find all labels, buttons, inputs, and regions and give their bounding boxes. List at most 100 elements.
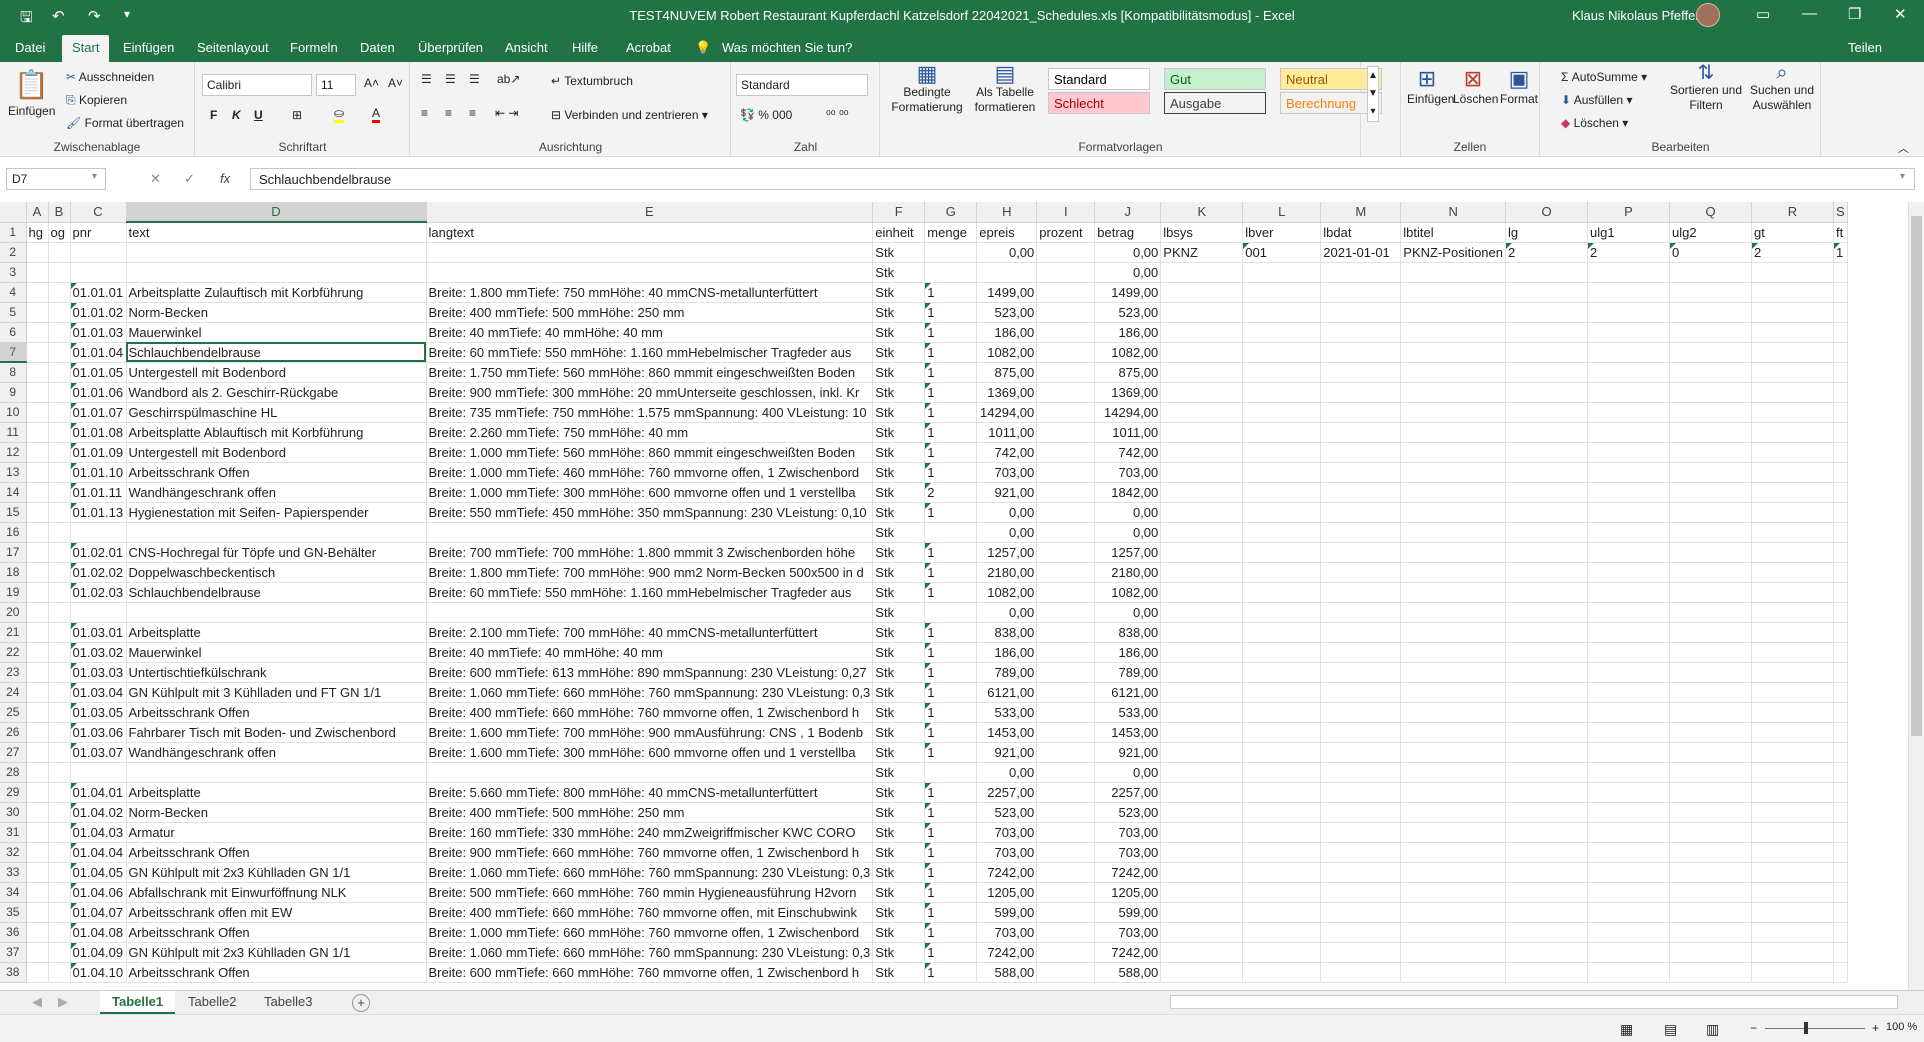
cell[interactable] [1833, 802, 1848, 823]
cell[interactable] [1242, 842, 1322, 863]
cell[interactable]: 01.01.02 [70, 302, 127, 323]
tab-einfuegen[interactable]: Einfügen [123, 40, 174, 55]
cell[interactable] [1669, 722, 1752, 743]
cell[interactable] [26, 282, 49, 303]
cell[interactable] [1400, 962, 1506, 983]
cell[interactable] [1242, 562, 1322, 583]
cell[interactable]: Breite: 1.060 mmTiefe: 660 mmHöhe: 760 m… [426, 942, 874, 963]
cell[interactable]: 838,00 [976, 622, 1038, 643]
cell[interactable]: einheit [872, 222, 926, 243]
cell[interactable] [1036, 582, 1096, 603]
cell[interactable] [1036, 662, 1096, 683]
conditional-formatting-button[interactable]: ▦ Bedingte Formatierung [891, 63, 963, 115]
cell[interactable] [48, 362, 71, 383]
cell[interactable] [1833, 682, 1848, 703]
tab-start[interactable]: Start [62, 35, 110, 62]
cell[interactable]: Stk [872, 342, 926, 363]
cell[interactable]: 1 [924, 302, 978, 323]
cell[interactable]: 1 [924, 702, 978, 723]
cell[interactable] [1505, 542, 1588, 563]
cell[interactable]: Stk [872, 922, 926, 943]
cell[interactable] [1587, 382, 1670, 403]
cell[interactable]: Arbeitsschrank Offen [126, 962, 427, 983]
merge-center-button[interactable]: ⊟ Verbinden und zentrieren ▾ [551, 108, 708, 122]
cell[interactable] [1400, 422, 1506, 443]
cell[interactable] [1160, 482, 1244, 503]
cell[interactable]: Breite: 40 mmTiefe: 40 mmHöhe: 40 mm [426, 642, 874, 663]
cell[interactable]: Norm-Becken [126, 802, 427, 823]
cell[interactable] [1160, 662, 1244, 683]
cell[interactable] [426, 242, 874, 263]
cell[interactable] [126, 602, 427, 623]
cell[interactable] [1833, 962, 1848, 983]
cell[interactable]: 1 [924, 922, 978, 943]
cell[interactable] [1751, 702, 1834, 723]
cell[interactable]: Stk [872, 702, 926, 723]
cell[interactable]: Breite: 1.600 mmTiefe: 300 mmHöhe: 600 m… [426, 742, 874, 763]
cell[interactable]: Arbeitsschrank offen mit EW [126, 902, 427, 923]
cell[interactable]: 1011,00 [976, 422, 1038, 443]
cell[interactable]: 1257,00 [1094, 542, 1162, 563]
cell[interactable]: Stk [872, 862, 926, 883]
cell[interactable] [1400, 702, 1506, 723]
close-icon[interactable]: ✕ [1894, 5, 1907, 23]
maximize-icon[interactable]: ❐ [1848, 5, 1861, 23]
cell[interactable] [1833, 822, 1848, 843]
column-header-N[interactable]: N [1400, 202, 1506, 223]
cell[interactable] [48, 382, 71, 403]
cell[interactable]: 533,00 [1094, 702, 1162, 723]
align-middle-icon[interactable]: ☰ [445, 72, 456, 86]
cell[interactable] [1587, 862, 1670, 883]
cell[interactable]: Breite: 1.000 mmTiefe: 660 mmHöhe: 760 m… [426, 922, 874, 943]
cell[interactable] [1160, 902, 1244, 923]
cell[interactable] [1400, 622, 1506, 643]
cell[interactable] [1160, 562, 1244, 583]
cell[interactable] [1400, 842, 1506, 863]
cell[interactable] [1400, 662, 1506, 683]
cell[interactable]: Breite: 1.800 mmTiefe: 700 mmHöhe: 900 m… [426, 562, 874, 583]
italic-button[interactable]: K [232, 108, 241, 122]
cell[interactable] [1669, 882, 1752, 903]
format-painter-button[interactable]: 🖌 Format übertragen [66, 116, 184, 130]
cell[interactable] [1669, 862, 1752, 883]
cell[interactable] [1751, 822, 1834, 843]
cell[interactable] [1160, 362, 1244, 383]
cell[interactable]: Stk [872, 762, 926, 783]
cell[interactable] [70, 522, 127, 543]
cell[interactable]: Wandhängeschrank offen [126, 742, 427, 763]
cell[interactable] [26, 762, 49, 783]
cell[interactable] [1505, 422, 1588, 443]
cell[interactable]: lbsys [1160, 222, 1244, 243]
cell[interactable] [1669, 322, 1752, 343]
cell[interactable]: 01.01.07 [70, 402, 127, 423]
cell[interactable] [26, 362, 49, 383]
cell[interactable] [1160, 422, 1244, 443]
cell[interactable] [1587, 802, 1670, 823]
row-header[interactable]: 16 [0, 522, 27, 543]
cell[interactable] [1587, 782, 1670, 803]
cell[interactable]: 1369,00 [1094, 382, 1162, 403]
cell[interactable] [1036, 822, 1096, 843]
cell[interactable] [1242, 542, 1322, 563]
minimize-icon[interactable]: — [1802, 5, 1817, 22]
cell[interactable] [1505, 502, 1588, 523]
cell[interactable] [48, 262, 71, 283]
cell[interactable]: Fahrbarer Tisch mit Boden- und Zwischenb… [126, 722, 427, 743]
cell[interactable] [1320, 542, 1402, 563]
cell[interactable] [1400, 902, 1506, 923]
scroll-thumb[interactable] [1911, 216, 1922, 736]
cell[interactable]: menge [924, 222, 978, 243]
cell[interactable] [48, 822, 71, 843]
cell[interactable] [1587, 742, 1670, 763]
cell[interactable]: Arbeitsschrank Offen [126, 922, 427, 943]
cell[interactable]: 703,00 [1094, 462, 1162, 483]
cell[interactable] [1751, 362, 1834, 383]
cell[interactable] [1400, 442, 1506, 463]
cell[interactable] [1833, 302, 1848, 323]
row-header[interactable]: 9 [0, 382, 27, 403]
cell[interactable] [1160, 382, 1244, 403]
cell[interactable] [1160, 302, 1244, 323]
cell[interactable] [1320, 942, 1402, 963]
cell[interactable]: Breite: 60 mmTiefe: 550 mmHöhe: 1.160 mm… [426, 582, 874, 603]
cell[interactable] [1751, 922, 1834, 943]
